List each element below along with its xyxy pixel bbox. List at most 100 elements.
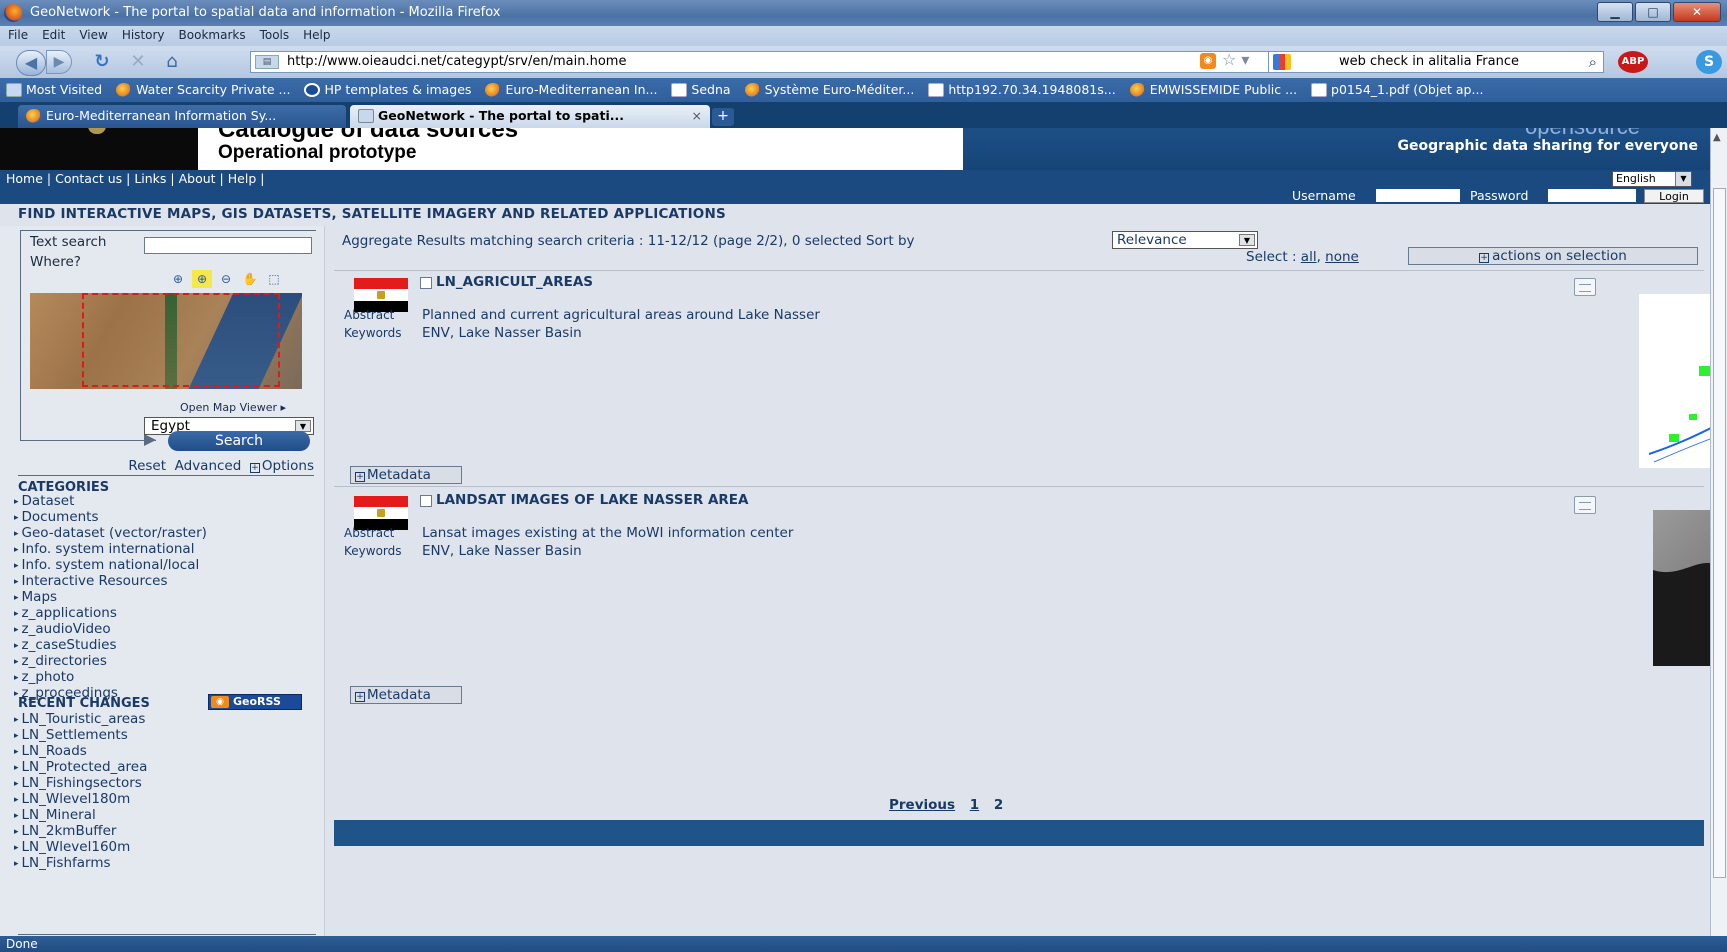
forward-button[interactable]: ▶ (46, 50, 72, 74)
nav-help-link[interactable]: Help (228, 171, 257, 186)
category-item[interactable]: z_photo (14, 670, 207, 686)
page-1-link[interactable]: 1 (970, 797, 979, 813)
actions-on-selection-button[interactable]: + actions on selection (1408, 247, 1698, 265)
recent-change-item[interactable]: LN_Wlevel160m (14, 840, 147, 856)
bookmark-item[interactable]: EMWISSEMIDE Public ... (1124, 78, 1305, 97)
category-item[interactable]: Dataset (14, 494, 207, 510)
metadata-button[interactable]: + Metadata (350, 466, 462, 484)
zoom-extent-icon[interactable]: ⊕ (168, 270, 188, 288)
recent-change-item[interactable]: LN_Wlevel180m (14, 792, 147, 808)
close-window-button[interactable]: ✕ (1673, 2, 1721, 22)
search-icon[interactable]: ⌕ (1589, 52, 1597, 72)
recent-change-item[interactable]: LN_Protected_area (14, 760, 148, 776)
menu-help[interactable]: Help (295, 26, 336, 42)
reload-icon[interactable]: ↻ (90, 50, 114, 74)
metadata-button[interactable]: + Metadata (350, 686, 462, 704)
stop-icon[interactable]: ✕ (126, 50, 150, 74)
document-icon[interactable] (1574, 496, 1596, 514)
category-item[interactable]: Info. system national/local (14, 558, 207, 574)
mini-map[interactable] (30, 293, 302, 389)
menu-edit[interactable]: Edit (34, 26, 71, 42)
adblock-plus-icon[interactable]: ABP (1618, 51, 1648, 73)
bookmark-star-icon[interactable]: ☆ ▾ (1222, 50, 1249, 69)
nav-about-link[interactable]: About (179, 171, 216, 186)
text-search-input[interactable] (144, 237, 312, 254)
record-thumbnail[interactable] (1653, 510, 1710, 666)
select-box-icon[interactable]: ⬚ (264, 270, 284, 288)
select-none-link[interactable]: none (1325, 249, 1359, 265)
bookmark-item[interactable]: Euro-Mediterranean In... (479, 78, 665, 97)
close-tab-icon[interactable]: × (692, 105, 702, 127)
search-button[interactable]: Search (168, 431, 310, 451)
nav-links-link[interactable]: Links (134, 171, 166, 186)
password-field[interactable] (1548, 189, 1636, 202)
recent-change-item[interactable]: LN_2kmBuffer (14, 824, 147, 840)
back-button[interactable]: ◀ (16, 50, 46, 76)
login-button[interactable]: Login (1644, 189, 1704, 203)
nav-contact-link[interactable]: Contact us (55, 171, 122, 186)
zoom-out-icon[interactable]: ⊖ (216, 270, 236, 288)
category-item[interactable]: Info. system international (14, 542, 207, 558)
search-input[interactable]: web check in alitalia France ⌕ (1268, 51, 1604, 73)
record-checkbox[interactable] (420, 277, 432, 289)
category-item[interactable]: Geo-dataset (vector/raster) (14, 526, 207, 542)
recent-change-item[interactable]: LN_Fishfarms (14, 856, 147, 872)
recent-change-item[interactable]: LN_Mineral (14, 808, 147, 824)
expand-icon[interactable]: + (249, 463, 260, 473)
google-engine-icon[interactable] (1273, 54, 1291, 70)
bookmark-item[interactable]: Système Euro-Méditer... (739, 78, 923, 97)
open-map-viewer-link[interactable]: Open Map Viewer ▸ (180, 401, 286, 414)
bookmark-item[interactable]: Sedna (665, 78, 738, 97)
select-all-link[interactable]: all (1301, 249, 1317, 265)
record-title[interactable]: LN_AGRICULT_AREAS (436, 274, 593, 290)
username-field[interactable] (1376, 189, 1460, 202)
scroll-up-icon[interactable]: ▲ (1713, 132, 1721, 143)
recent-change-item[interactable]: LN_Fishingsectors (14, 776, 147, 792)
nav-home-link[interactable]: Home (6, 171, 43, 186)
menu-file[interactable]: File (0, 26, 34, 42)
pan-hand-icon[interactable]: ✋ (240, 270, 260, 288)
language-select[interactable]: English ▼ (1612, 171, 1692, 187)
record-checkbox[interactable] (420, 495, 432, 507)
zoom-in-icon[interactable]: ⊕ (192, 270, 212, 288)
bookmark-item[interactable]: HP templates & images (298, 78, 479, 97)
tab-geonetwork[interactable]: GeoNetwork - The portal to spati... × (350, 105, 710, 128)
previous-page-link[interactable]: Previous (889, 797, 955, 813)
category-item[interactable]: z_directories (14, 654, 207, 670)
new-tab-button[interactable]: + (712, 108, 734, 126)
reset-link[interactable]: Reset (128, 458, 166, 474)
category-item[interactable]: Interactive Resources (14, 574, 207, 590)
bookmark-item[interactable]: http192.70.34.1948081s... (922, 78, 1123, 97)
advanced-link[interactable]: Advanced (175, 458, 242, 474)
site-identity-icon[interactable]: ▤ (255, 55, 279, 69)
category-item[interactable]: z_applications (14, 606, 207, 622)
menu-tools[interactable]: Tools (252, 26, 296, 42)
menu-bookmarks[interactable]: Bookmarks (171, 26, 252, 42)
georss-button[interactable]: ◉ GeoRSS (208, 694, 302, 710)
category-item[interactable]: z_audioVideo (14, 622, 207, 638)
bookmark-item[interactable]: Most Visited (0, 78, 110, 97)
record-thumbnail[interactable] (1639, 294, 1710, 468)
menu-history[interactable]: History (114, 26, 171, 42)
bookmark-item[interactable]: Water Scarcity Private ... (110, 78, 298, 97)
map-selection-box[interactable] (82, 293, 280, 387)
bookmark-item[interactable]: p0154_1.pdf (Objet ap... (1305, 78, 1491, 97)
vertical-scrollbar[interactable]: ▲ (1710, 128, 1727, 936)
address-bar[interactable]: ▤ http://www.oieaudci.net/categypt/srv/e… (250, 51, 1350, 73)
record-title[interactable]: LANDSAT IMAGES OF LAKE NASSER AREA (436, 492, 748, 508)
recent-change-item[interactable]: LN_Roads (14, 744, 147, 760)
recent-change-item[interactable]: LN_Touristic_areas (14, 712, 147, 728)
category-item[interactable]: z_caseStudies (14, 638, 207, 654)
rss-feed-icon[interactable]: ◉ (1200, 53, 1216, 69)
menu-view[interactable]: View (71, 26, 113, 42)
tab-euro-mediterranean[interactable]: Euro-Mediterranean Information Sy... (18, 105, 346, 128)
options-link[interactable]: Options (262, 458, 314, 474)
minimize-button[interactable]: ▁ (1597, 2, 1633, 22)
home-icon[interactable]: ⌂ (160, 50, 184, 74)
scroll-thumb[interactable] (1713, 188, 1726, 878)
document-icon[interactable] (1574, 278, 1596, 296)
recent-change-item[interactable]: LN_Settlements (14, 728, 147, 744)
category-item[interactable]: Maps (14, 590, 207, 606)
maximize-button[interactable]: □ (1635, 2, 1671, 22)
category-item[interactable]: Documents (14, 510, 207, 526)
